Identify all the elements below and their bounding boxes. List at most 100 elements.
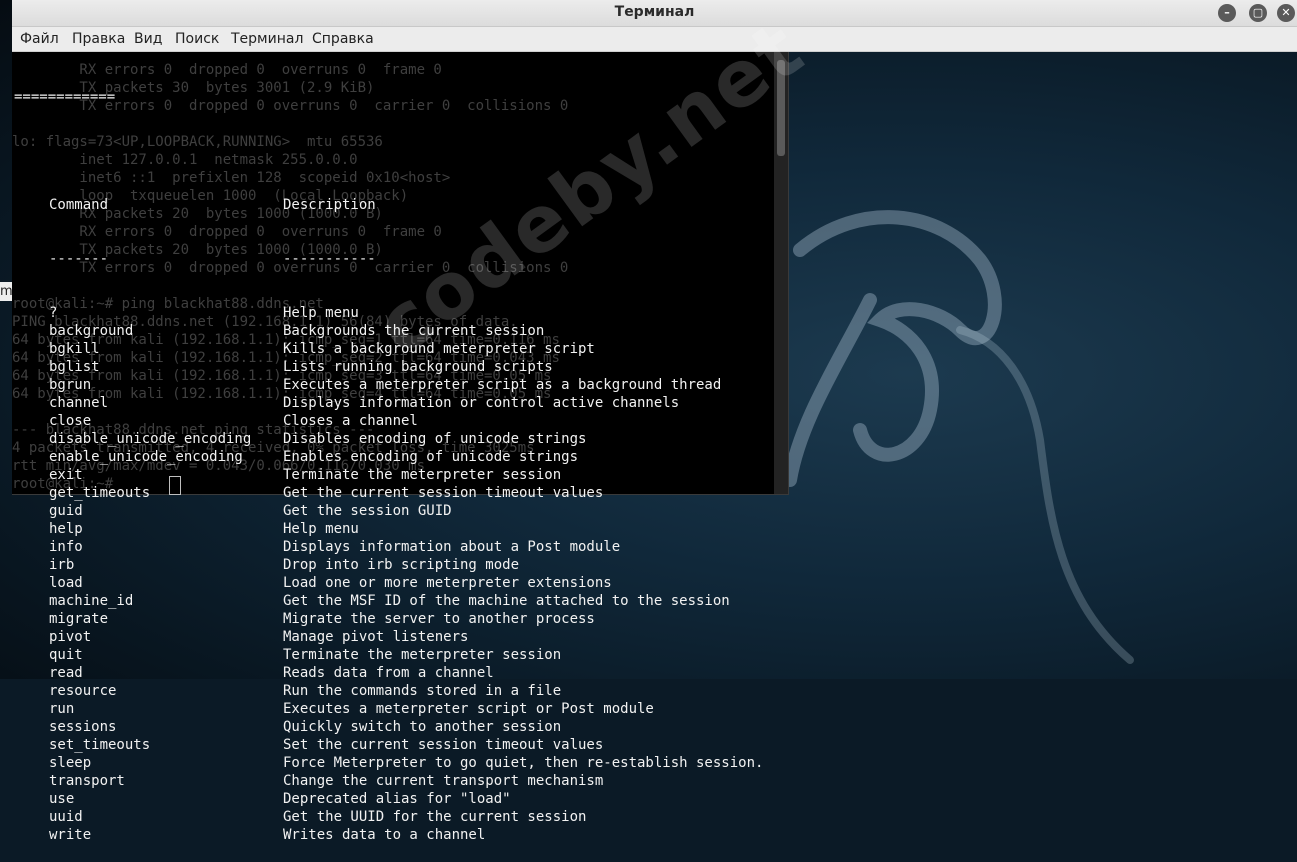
table-row: background Backgrounds the current sessio… [14,322,763,340]
command-description: Displays information about a Post module [283,539,621,555]
command-name: exit [49,467,83,483]
column-header-command: Command [49,197,109,213]
command-description: Get the session GUID [283,503,452,519]
table-row: close Closes a channel [14,412,763,430]
command-description: Closes a channel [283,413,418,429]
underline-command: ------- [49,251,109,267]
command-description: Run the commands stored in a file [283,683,562,699]
command-description: Writes data to a channel [283,827,486,843]
command-table: ? Help menu background Backgrounds the curr… [14,304,763,844]
command-description: Get the MSF ID of the machine attached t… [283,593,730,609]
table-row: machine_id Get the MSF ID of the machine … [14,592,763,610]
table-row: get_timeouts Get the current session time… [14,484,763,502]
command-description: Backgrounds the current session [283,323,545,339]
meterpreter-help-output: ============ Command Description -------… [14,52,763,862]
table-row: sessions Quickly switch to another sessio… [14,718,763,736]
separator-line: ============ [14,89,116,105]
table-row: channel Displays information or control a… [14,394,763,412]
column-header-description: Description [283,197,376,213]
command-name: set_timeouts [49,737,151,753]
command-description: Drop into irb scripting mode [283,557,520,573]
command-description: Reads data from a channel [283,665,494,681]
command-description: Displays information or control active c… [283,395,680,411]
table-header: Command Description [14,196,763,214]
underline-description: ----------- [283,251,376,267]
table-row: enable_unicode_encoding Enables encoding … [14,448,763,466]
command-description: Kills a background meterpreter script [283,341,595,357]
command-name: quit [49,647,83,663]
command-name: resource [49,683,117,699]
command-name: bglist [49,359,100,375]
table-row: help Help menu [14,520,763,538]
command-name: load [49,575,83,591]
menu-file[interactable]: Файл [20,31,59,47]
table-row: pivot Manage pivot listeners [14,628,763,646]
command-description: Disables encoding of unicode strings [283,431,587,447]
menu-terminal[interactable]: Терминал [231,31,303,47]
command-description: Terminate the meterpreter session [283,647,562,663]
command-name: machine_id [49,593,134,609]
command-name: bgrun [49,377,92,393]
table-row: use Deprecated alias for "load" [14,790,763,808]
command-name: pivot [49,629,92,645]
command-description: Get the UUID for the current session [283,809,587,825]
table-row: load Load one or more meterpreter extensi… [14,574,763,592]
menu-bar: Файл Правка Вид Поиск Терминал Справка [12,27,1297,52]
table-row: disable_unicode_encoding Disables encodin… [14,430,763,448]
command-description: Quickly switch to another session [283,719,562,735]
table-row: exit Terminate the meterpreter session [14,466,763,484]
command-name: use [49,791,75,807]
command-name: channel [49,395,109,411]
table-header-underline: ------- ----------- [14,250,763,268]
command-description: Migrate the server to another process [283,611,595,627]
command-name: ? [49,305,58,321]
table-row: irb Drop into irb scripting mode [14,556,763,574]
command-description: Help menu [283,521,359,537]
command-name: transport [49,773,125,789]
table-row: resource Run the commands stored in a fil… [14,682,763,700]
table-row: bglist Lists running background scripts [14,358,763,376]
command-description: Enables encoding of unicode strings [283,449,579,465]
command-description: Load one or more meterpreter extensions [283,575,612,591]
menu-help[interactable]: Справка [312,31,374,47]
table-row: info Displays information about a Post mo… [14,538,763,556]
menu-edit[interactable]: Правка [72,31,125,47]
window-titlebar[interactable]: Терминал – ▢ ✕ [12,0,1297,27]
command-name: enable_unicode_encoding [49,449,243,465]
command-name: irb [49,557,75,573]
close-icon[interactable]: ✕ [1277,4,1295,22]
menu-search[interactable]: Поиск [175,31,219,47]
command-description: Deprecated alias for "load" [283,791,511,807]
table-row: write Writes data to a channel [14,826,763,844]
command-description: Lists running background scripts [283,359,553,375]
table-row: uuid Get the UUID for the current session [14,808,763,826]
table-row: read Reads data from a channel [14,664,763,682]
command-name: uuid [49,809,83,825]
command-name: disable_unicode_encoding [49,431,252,447]
window-title: Терминал [614,4,695,20]
command-name: read [49,665,83,681]
command-description: Executes a meterpreter script or Post mo… [283,701,654,717]
command-description: Manage pivot listeners [283,629,469,645]
command-description: Change the current transport mechanism [283,773,604,789]
command-name: help [49,521,83,537]
command-name: write [49,827,92,843]
command-description: Force Meterpreter to go quiet, then re-e… [283,755,764,771]
table-row: bgkill Kills a background meterpreter scr… [14,340,763,358]
command-name: sessions [49,719,117,735]
command-description: Help menu [283,305,359,321]
command-description: Terminate the meterpreter session [283,467,562,483]
maximize-icon[interactable]: ▢ [1249,4,1267,22]
table-row: bgrun Executes a meterpreter script as a … [14,376,763,394]
command-name: guid [49,503,83,519]
menu-view[interactable]: Вид [134,31,162,47]
command-name: close [49,413,92,429]
table-row: set_timeouts Set the current session time… [14,736,763,754]
command-description: Executes a meterpreter script as a backg… [283,377,722,393]
minimize-icon[interactable]: – [1218,4,1236,22]
table-row: quit Terminate the meterpreter session [14,646,763,664]
command-description: Set the current session timeout values [283,737,604,753]
table-row: migrate Migrate the server to another pro… [14,610,763,628]
background-terminal-scrollbar[interactable] [774,52,788,494]
